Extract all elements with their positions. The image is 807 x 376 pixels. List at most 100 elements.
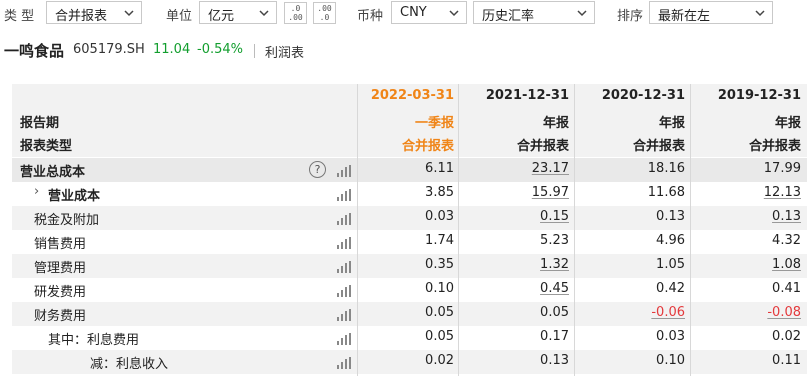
table-row: 研发费用 0.10 0.45 0.42 0.41 bbox=[12, 278, 807, 302]
row-value: 5.23 bbox=[540, 233, 569, 248]
row-value[interactable]: 1.08 bbox=[772, 257, 801, 272]
row-value: 0.05 bbox=[425, 305, 454, 320]
row-value: 0.02 bbox=[425, 353, 454, 368]
chevron-down-icon bbox=[124, 10, 134, 17]
exchange-rate-select-value: 历史汇率 bbox=[482, 9, 535, 24]
row-value[interactable]: -0.06 bbox=[651, 305, 685, 320]
row-value: 0.13 bbox=[540, 353, 569, 368]
row-value: 17.99 bbox=[763, 161, 801, 176]
table-row[interactable]: › 营业成本 3.85 15.97 11.68 12.13 bbox=[12, 182, 807, 206]
row-label: 销售费用 bbox=[34, 237, 87, 252]
type-select[interactable]: 合并报表 bbox=[46, 1, 142, 24]
report-name: 利润表 bbox=[265, 46, 305, 61]
chevron-down-icon bbox=[449, 10, 459, 17]
column-divider bbox=[690, 84, 691, 376]
stock-price: 11.04 bbox=[153, 42, 191, 57]
column-report-type: 合并报表 bbox=[748, 139, 801, 154]
row-label: 营业总成本 bbox=[20, 165, 86, 180]
row-value: 0.10 bbox=[425, 281, 454, 296]
stock-change: -0.54% bbox=[197, 42, 243, 57]
row-value: 6.11 bbox=[425, 161, 454, 176]
chevron-down-icon bbox=[755, 10, 765, 17]
column-period: 年报 bbox=[658, 116, 685, 131]
column-date[interactable]: 2022-03-31 bbox=[371, 88, 454, 103]
toolbar: 类 型 合并报表 单位 亿元 .0.00 .00.0 币种 CNY 历史汇率 排… bbox=[0, 0, 807, 27]
row-value[interactable]: 0.45 bbox=[540, 281, 569, 296]
unit-select[interactable]: 亿元 bbox=[199, 1, 277, 24]
bar-chart-icon[interactable] bbox=[337, 261, 351, 273]
sort-select-value: 最新在左 bbox=[658, 9, 711, 24]
unit-label: 单位 bbox=[166, 9, 193, 24]
bar-chart-icon[interactable] bbox=[337, 333, 351, 345]
bar-chart-icon[interactable] bbox=[337, 213, 351, 225]
table-row: 减：利息收入 0.02 0.13 0.10 0.11 bbox=[12, 350, 807, 374]
row-value[interactable]: 0.15 bbox=[540, 209, 569, 224]
row-value[interactable]: 12.13 bbox=[764, 185, 801, 200]
row-value: 0.03 bbox=[425, 209, 454, 224]
row-label: 财务费用 bbox=[34, 309, 87, 324]
row-value: 0.17 bbox=[540, 329, 569, 344]
table-row: 管理费用 0.35 1.32 1.05 1.08 bbox=[12, 254, 807, 278]
row-value: 1.74 bbox=[425, 233, 454, 248]
column-date[interactable]: 2021-12-31 bbox=[486, 88, 569, 103]
row-value: 0.05 bbox=[540, 305, 569, 320]
row-value: 3.85 bbox=[425, 185, 454, 200]
row-value: 0.05 bbox=[425, 329, 454, 344]
type-select-value: 合并报表 bbox=[55, 9, 108, 24]
exchange-rate-select[interactable]: 历史汇率 bbox=[473, 1, 595, 24]
row-value: 0.13 bbox=[656, 209, 685, 224]
row-label: 管理费用 bbox=[34, 261, 87, 276]
increase-decimal-button[interactable]: .00.0 bbox=[313, 2, 336, 24]
bar-chart-icon[interactable] bbox=[337, 237, 351, 249]
column-divider bbox=[574, 84, 575, 376]
column-date[interactable]: 2019-12-31 bbox=[718, 88, 801, 103]
row-value[interactable]: 1.32 bbox=[540, 257, 569, 272]
sort-label: 排序 bbox=[617, 9, 644, 24]
stock-code: 605179.SH bbox=[73, 42, 145, 57]
row-value[interactable]: -0.08 bbox=[767, 305, 801, 320]
row-value[interactable]: 0.13 bbox=[772, 209, 801, 224]
bar-chart-icon[interactable] bbox=[337, 285, 351, 297]
column-period: 年报 bbox=[774, 116, 801, 131]
currency-select-value: CNY bbox=[400, 5, 427, 20]
currency-select[interactable]: CNY bbox=[391, 1, 467, 24]
row-value: 1.05 bbox=[656, 257, 685, 272]
decrease-decimal-button[interactable]: .0.00 bbox=[284, 2, 307, 24]
column-period: 一季报 bbox=[414, 116, 454, 131]
row-label: 其中：利息费用 bbox=[48, 333, 140, 348]
row-value: 0.42 bbox=[656, 281, 685, 296]
row-value: 0.02 bbox=[772, 329, 801, 344]
chevron-right-icon[interactable]: › bbox=[34, 184, 39, 199]
table-row: 财务费用 0.05 0.05 -0.06 -0.08 bbox=[12, 302, 807, 326]
chevron-down-icon bbox=[259, 10, 269, 17]
period-header-label: 报告期 bbox=[20, 116, 60, 131]
type-label: 类 型 bbox=[4, 9, 35, 24]
row-value[interactable]: 15.97 bbox=[532, 185, 569, 200]
table-row: 营业总成本 ? 6.11 23.17 18.16 17.99 bbox=[12, 158, 807, 182]
row-label: 税金及附加 bbox=[34, 213, 100, 228]
bar-chart-icon[interactable] bbox=[337, 189, 351, 201]
column-report-type: 合并报表 bbox=[632, 139, 685, 154]
row-value: 0.41 bbox=[772, 281, 801, 296]
table-row: 税金及附加 0.03 0.15 0.13 0.13 bbox=[12, 206, 807, 230]
currency-label: 币种 bbox=[357, 9, 384, 24]
row-value[interactable]: 23.17 bbox=[532, 161, 569, 176]
chevron-down-icon bbox=[577, 10, 587, 17]
report-type-header-label: 报表类型 bbox=[20, 139, 73, 154]
column-date[interactable]: 2020-12-31 bbox=[602, 88, 685, 103]
column-divider bbox=[357, 84, 358, 376]
row-value: 0.10 bbox=[656, 353, 685, 368]
row-value: 0.03 bbox=[656, 329, 685, 344]
stock-name[interactable]: 一鸣食品 bbox=[4, 40, 64, 61]
table-row: 其中：利息费用 0.05 0.17 0.03 0.02 bbox=[12, 326, 807, 350]
bar-chart-icon[interactable] bbox=[337, 309, 351, 321]
unit-select-value: 亿元 bbox=[208, 9, 235, 24]
sort-select[interactable]: 最新在左 bbox=[649, 1, 773, 24]
bar-chart-icon[interactable] bbox=[337, 165, 351, 177]
info-circle-icon[interactable]: ? bbox=[309, 161, 326, 178]
stock-header: 一鸣食品 605179.SH 11.04 -0.54% 利润表 bbox=[0, 36, 807, 66]
row-value: 0.11 bbox=[772, 353, 801, 368]
bar-chart-icon[interactable] bbox=[337, 357, 351, 369]
row-value: 4.96 bbox=[656, 233, 685, 248]
income-statement-table: 报告期 报表类型 2022-03-31 一季报 合并报表 2021-12-31 … bbox=[12, 84, 807, 376]
